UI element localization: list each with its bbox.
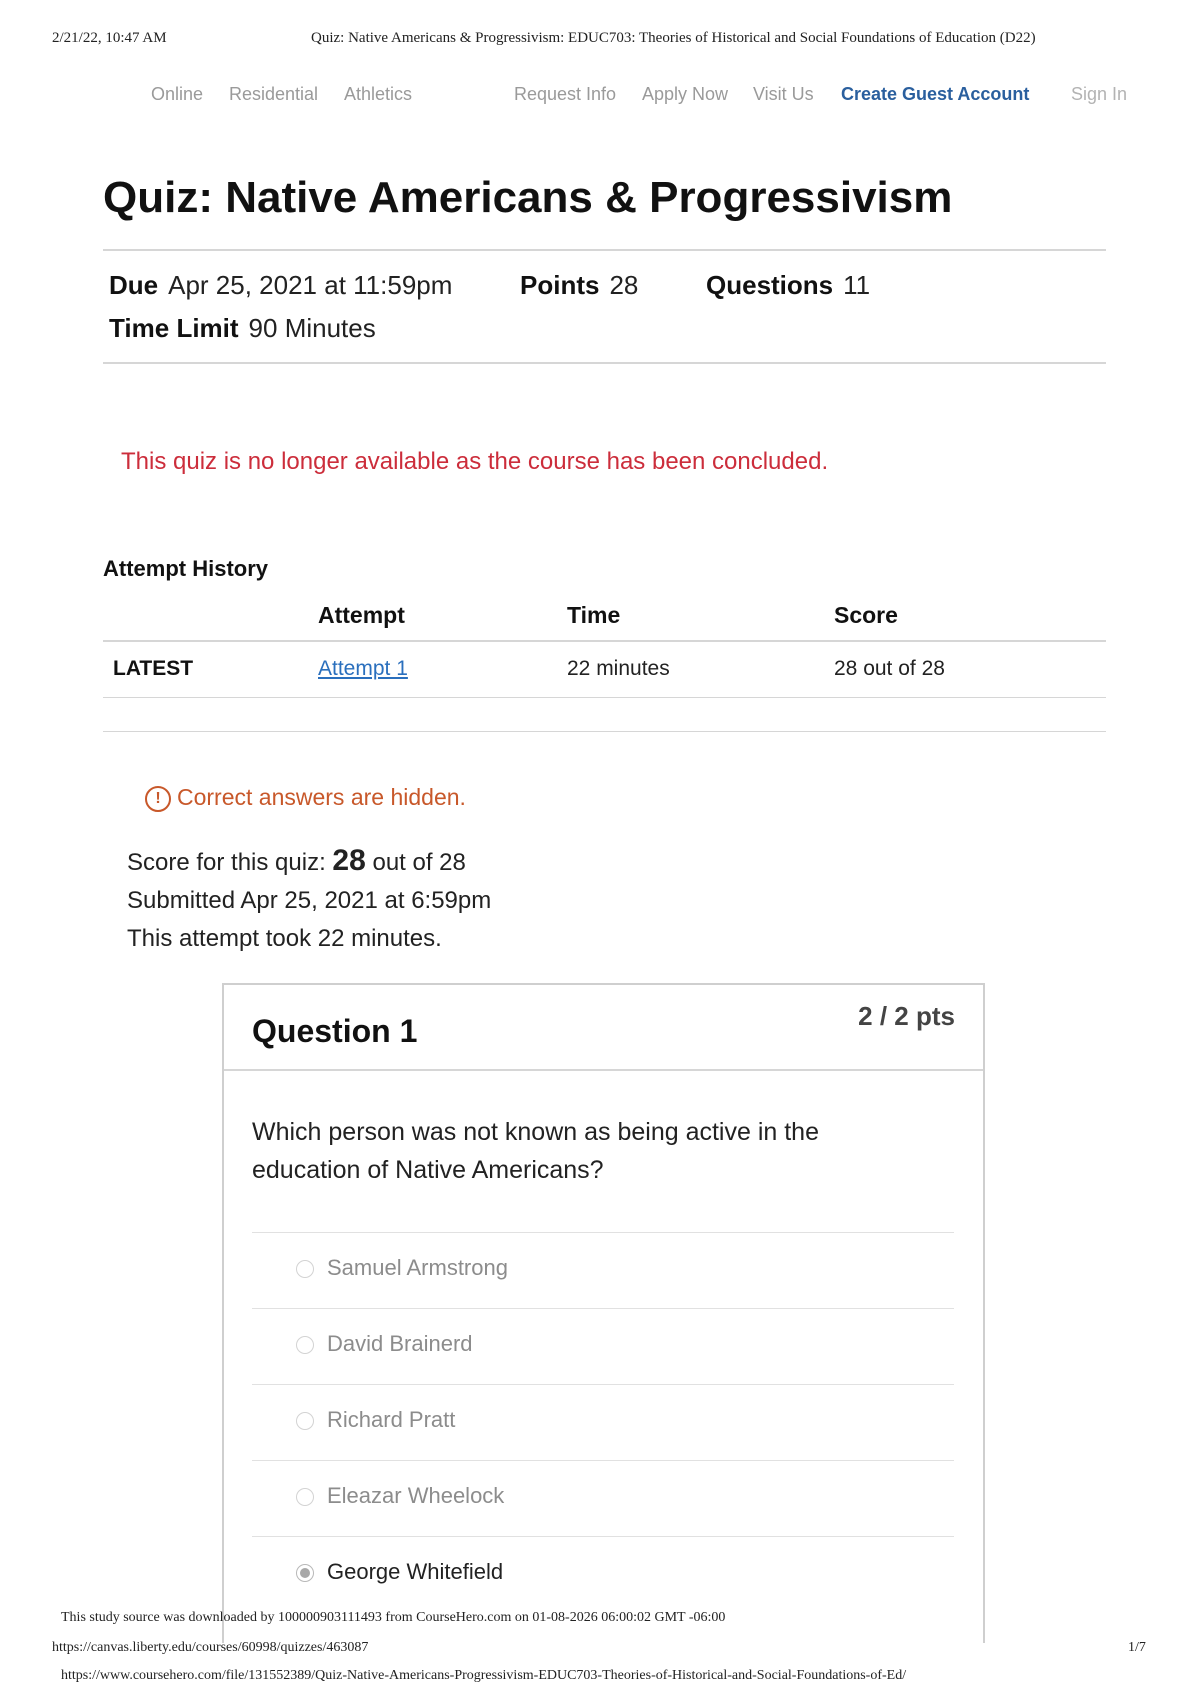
- answer-label: Eleazar Wheelock: [327, 1483, 505, 1508]
- hidden-note-text: Correct answers are hidden.: [177, 784, 466, 810]
- time-limit-value: 90 Minutes: [248, 313, 376, 343]
- nav-sign-in-link[interactable]: Sign In: [1071, 84, 1127, 105]
- print-date: 2/21/22, 10:47 AM: [52, 30, 167, 46]
- submitted-line: Submitted Apr 25, 2021 at 6:59pm: [127, 887, 492, 914]
- radio-button[interactable]: [296, 1336, 314, 1354]
- title-divider: [103, 249, 1106, 251]
- latest-attempt-label: LATEST: [113, 657, 194, 680]
- time-limit: Time Limit 90 Minutes: [109, 313, 376, 344]
- print-page-title: Quiz: Native Americans & Progressivism: …: [311, 30, 1036, 46]
- questions-label: Questions: [706, 270, 834, 300]
- table-bottom-divider: [103, 731, 1106, 732]
- radio-button[interactable]: [296, 1260, 314, 1278]
- warning-icon: !: [145, 786, 171, 812]
- print-header: 2/21/22, 10:47 AM Quiz: Native Americans…: [52, 30, 1148, 50]
- radio-button[interactable]: [296, 1488, 314, 1506]
- page-number: 1/7: [1128, 1640, 1146, 1655]
- answer-option-selected: George Whitefield: [252, 1536, 954, 1612]
- answer-option: Richard Pratt: [252, 1384, 954, 1460]
- attempt-history-heading: Attempt History: [103, 556, 269, 581]
- answer-label: Samuel Armstrong: [327, 1255, 508, 1280]
- radio-button-selected[interactable]: [296, 1564, 314, 1582]
- nav-residential-link[interactable]: Residential: [229, 84, 318, 105]
- score-suffix: out of 28: [372, 849, 466, 876]
- question-header: Question 1 2 / 2 pts: [224, 985, 983, 1071]
- question-points: 2 / 2 pts: [858, 1001, 955, 1031]
- nav-visit-us-link[interactable]: Visit Us: [753, 84, 814, 105]
- attempt-time: 22 minutes: [567, 657, 670, 680]
- question-name: Question 1: [252, 1013, 418, 1049]
- answer-option: David Brainerd: [252, 1308, 954, 1384]
- radio-button[interactable]: [296, 1412, 314, 1430]
- due-date: Due Apr 25, 2021 at 11:59pm: [109, 270, 452, 301]
- answer-label: David Brainerd: [327, 1331, 473, 1356]
- answer-option: Samuel Armstrong: [252, 1232, 954, 1308]
- column-header-time: Time: [567, 602, 621, 628]
- nav-online-link[interactable]: Online: [151, 84, 203, 105]
- time-limit-label: Time Limit: [109, 313, 239, 343]
- attempt-1-link[interactable]: Attempt 1: [318, 657, 408, 681]
- quiz-title: Quiz: Native Americans & Progressivism: [103, 173, 953, 222]
- points-label: Points: [520, 270, 600, 300]
- attempt-score: 28 out of 28: [834, 657, 945, 680]
- answer-label: George Whitefield: [327, 1559, 504, 1584]
- nav-request-info-link[interactable]: Request Info: [514, 84, 616, 105]
- quiz-unavailable-message: This quiz is no longer available as the …: [121, 448, 829, 475]
- points-value: 28: [609, 270, 639, 300]
- question-card: Question 1 2 / 2 pts Which person was no…: [222, 983, 985, 1643]
- questions-value: 11: [843, 270, 871, 300]
- question-text: Which person was not known as being acti…: [252, 1118, 819, 1184]
- answer-option: Eleazar Wheelock: [252, 1460, 954, 1536]
- answer-label: Richard Pratt: [327, 1407, 456, 1432]
- meta-divider: [103, 362, 1106, 364]
- due-value: Apr 25, 2021 at 11:59pm: [168, 270, 453, 300]
- correct-answers-hidden-notice: ! Correct answers are hidden.: [145, 784, 466, 812]
- points: Points 28: [520, 270, 638, 301]
- column-header-attempt: Attempt: [318, 602, 405, 628]
- score-value: 28: [332, 844, 366, 877]
- table-header-divider: [103, 640, 1106, 642]
- page-url: https://canvas.liberty.edu/courses/60998…: [52, 1640, 369, 1655]
- column-header-score: Score: [834, 602, 898, 628]
- due-label: Due: [109, 270, 159, 300]
- source-url: https://www.coursehero.com/file/13155238…: [61, 1668, 907, 1683]
- question-count: Questions 11: [706, 270, 870, 301]
- quiz-score-line: Score for this quiz: 28 out of 28: [127, 844, 466, 878]
- top-navigation: Online Residential Athletics Request Inf…: [0, 84, 1200, 108]
- table-row-divider: [103, 697, 1106, 698]
- answer-list: Samuel Armstrong David Brainerd Richard …: [252, 1232, 954, 1612]
- nav-create-guest-account-link[interactable]: Create Guest Account: [841, 84, 1029, 105]
- nav-athletics-link[interactable]: Athletics: [344, 84, 412, 105]
- attempt-duration-line: This attempt took 22 minutes.: [127, 925, 442, 952]
- score-prefix: Score for this quiz:: [127, 849, 326, 876]
- nav-apply-now-link[interactable]: Apply Now: [642, 84, 728, 105]
- download-watermark: This study source was downloaded by 1000…: [61, 1610, 726, 1625]
